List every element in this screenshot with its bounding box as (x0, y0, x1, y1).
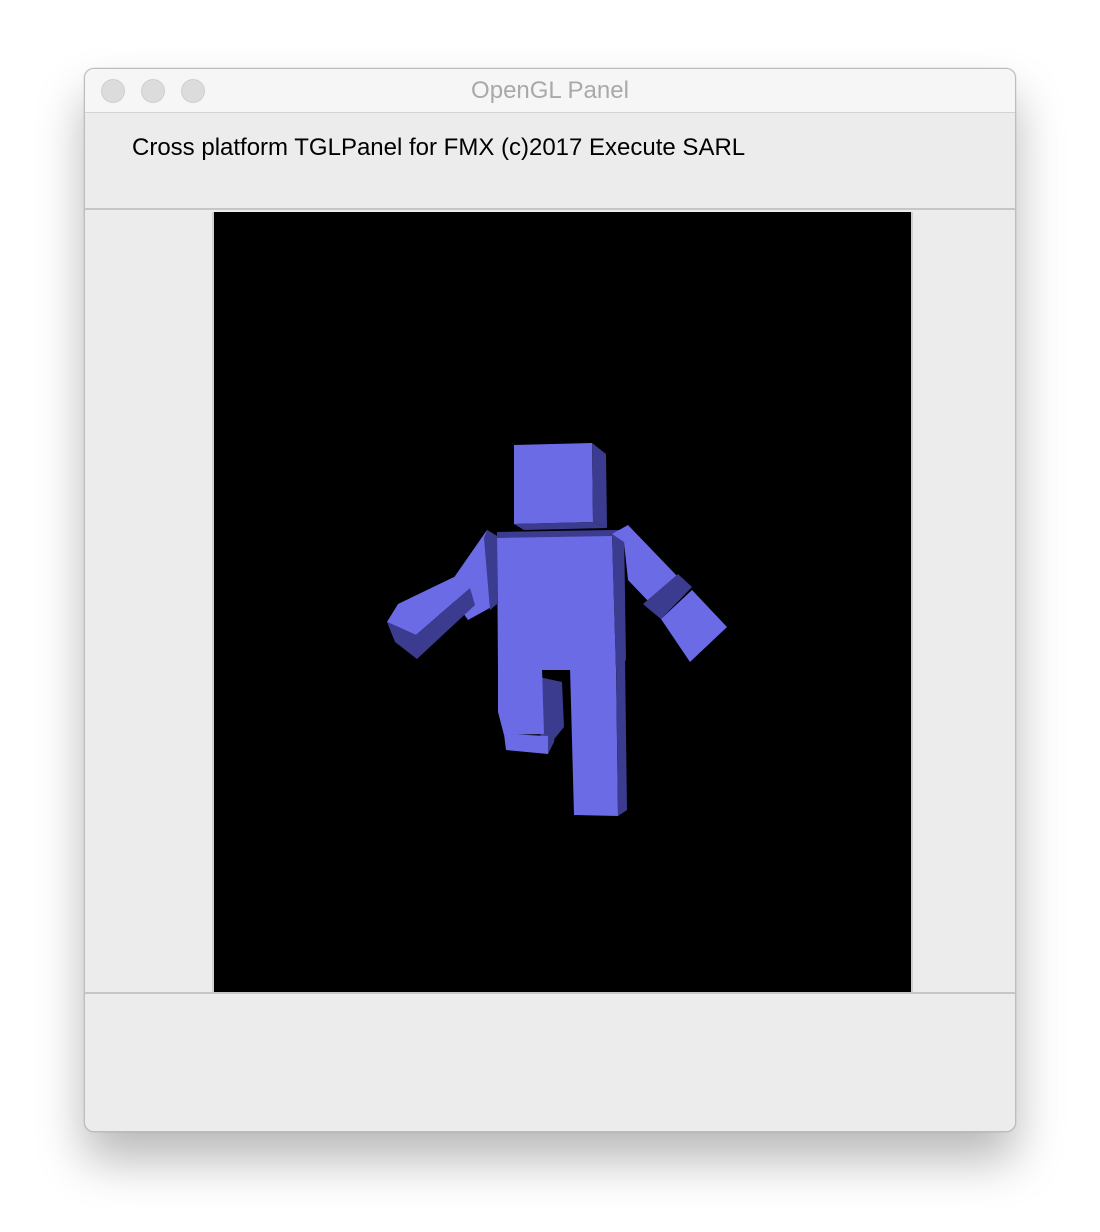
right-arm (612, 525, 727, 662)
right-side-panel (911, 212, 1015, 992)
head-front (514, 443, 593, 524)
title-bar[interactable]: OpenGL Panel (85, 69, 1015, 113)
left-leg (498, 667, 544, 735)
torso-front (497, 534, 616, 670)
torso (497, 530, 626, 670)
header-label: Cross platform TGLPanel for FMX (c)2017 … (132, 134, 746, 161)
header-panel: Cross platform TGLPanel for FMX (c)2017 … (85, 114, 1015, 210)
head (514, 443, 607, 530)
app-window: OpenGL Panel Cross platform TGLPanel for… (84, 68, 1016, 1132)
legs (498, 656, 627, 816)
left-foot (504, 734, 549, 754)
opengl-render (387, 443, 727, 816)
window-title: OpenGL Panel (471, 77, 629, 104)
left-arm (387, 530, 497, 659)
head-side (592, 443, 607, 528)
left-side-panel (85, 212, 214, 992)
opengl-viewport[interactable] (214, 212, 911, 994)
right-leg (570, 667, 618, 816)
footer-panel (85, 992, 1015, 1131)
